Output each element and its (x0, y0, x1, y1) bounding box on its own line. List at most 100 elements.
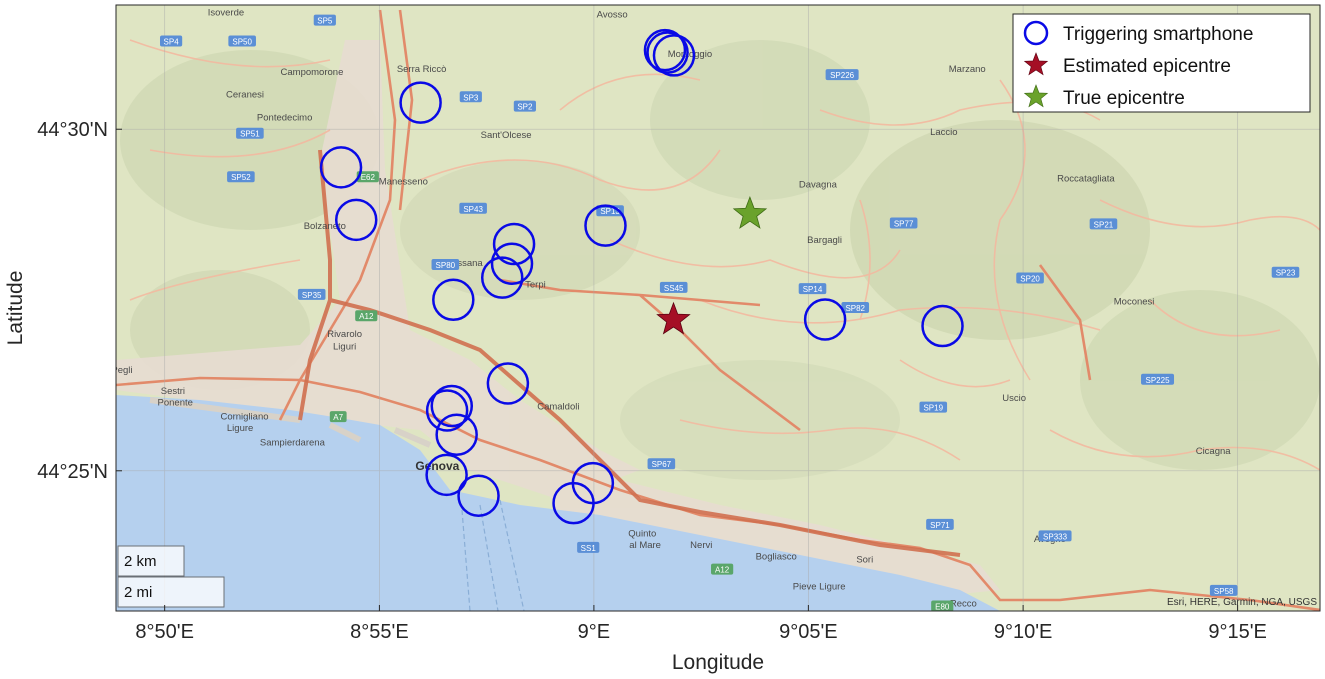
road-shield-label: SP58 (1214, 587, 1234, 596)
place-label: Camaldoli (537, 402, 579, 413)
place-label: Sant'Olcese (481, 130, 532, 141)
road-shield-label: SP23 (1276, 269, 1296, 278)
road-shield-label: SP2 (517, 103, 533, 112)
legend-smartphone-label: Triggering smartphone (1063, 24, 1253, 45)
place-label: Moconesi (1114, 297, 1155, 308)
road-shield: SP14 (798, 283, 827, 295)
place-label: Serra Riccò (397, 64, 447, 75)
road-shield-label: SP20 (1020, 274, 1040, 283)
road-shield-label: SP35 (302, 291, 322, 300)
road-shield-label: A12 (1018, 665, 1033, 674)
road-shield-label: A12 (715, 566, 730, 575)
road-shield: SP82 (841, 302, 870, 313)
road-shield: SP77 (889, 217, 918, 229)
road-shield: A7 (329, 411, 347, 423)
x-tick-label: 8°50'E (135, 621, 194, 643)
road-shield-label: SS1 (867, 639, 883, 648)
road-shield-label: SP71 (930, 521, 950, 530)
place-label: Liguri (333, 341, 356, 352)
x-tick-label: 9°15'E (1208, 621, 1267, 643)
city-label-genova: Genova (415, 459, 459, 473)
road-shield-label: SP80 (436, 261, 456, 270)
road-shield: SP333 (1038, 530, 1072, 542)
road-shield-label: A12 (359, 312, 374, 321)
road-shield: A12 (711, 563, 734, 575)
road-shield: A12 (1014, 663, 1036, 674)
road-shield: A12 (355, 310, 378, 322)
road-shield-label: SP77 (894, 220, 914, 229)
road-shield: SP19 (919, 401, 948, 413)
place-label: Ponente (158, 398, 193, 409)
road-shield: SP43 (459, 202, 487, 214)
place-label: Manesseno (379, 177, 428, 188)
road-shield-label: SP225 (1146, 376, 1171, 385)
road-shield: SP50 (228, 35, 256, 47)
road-shield-label: E80 (935, 602, 950, 611)
road-shield: SP2 (513, 100, 536, 112)
road-shield-label: SP19 (923, 404, 943, 413)
place-label: Rivarolo (327, 329, 362, 340)
road-shield: E80 (931, 600, 954, 611)
place-label: Isoverde (208, 7, 244, 18)
place-label: Ceranesi (226, 90, 264, 101)
place-label: al Mare (629, 540, 661, 551)
place-label: Davagna (799, 179, 838, 190)
road-shield-label: SP67 (652, 460, 672, 469)
place-label: Sampierdarena (260, 437, 326, 448)
road-shield: SP23 (1271, 266, 1300, 278)
road-shield: SP35 (297, 288, 326, 300)
place-label: Recco (950, 598, 977, 609)
road-shield: SP4 (160, 35, 183, 47)
place-label: Uscio (1002, 393, 1026, 404)
place-label: Ligure (227, 423, 253, 434)
scale-km-label: 2 km (124, 553, 157, 570)
road-shield: SP80 (431, 258, 460, 270)
road-shield: SP3 (459, 91, 482, 103)
road-shield-label: SP4 (164, 37, 180, 46)
place-label: Marzano (949, 64, 986, 75)
place-label: Nervi (690, 540, 712, 551)
road-shield: SP5 (313, 14, 336, 26)
road-shield: SS1 (863, 637, 885, 648)
road-shield-label: SP3 (463, 93, 479, 102)
road-shield-label: SP5 (317, 17, 333, 26)
road-shield: SP67 (647, 458, 676, 470)
legend-estimated-label: Estimated epicentre (1063, 56, 1231, 77)
road-shield: SP21 (1089, 218, 1118, 230)
place-label: Campomorone (281, 67, 344, 78)
road-shield-label: A7 (333, 413, 343, 422)
road-shield: SP71 (926, 518, 954, 530)
road-shield-label: SP52 (231, 173, 251, 182)
y-axis-label: Latitude (4, 271, 27, 346)
road-shield-label: SP333 (1043, 532, 1068, 541)
place-label: Sestri (161, 386, 185, 397)
place-label: Roccatagliata (1057, 174, 1115, 185)
road-shield-label: SP21 (1094, 220, 1114, 229)
road-shield-label: SP82 (845, 304, 865, 313)
x-tick-label: 9°E (578, 621, 610, 643)
place-label: Cornigliano (220, 412, 268, 423)
place-label: Laccio (930, 127, 957, 138)
place-label: Terpi (525, 279, 546, 290)
road-shield-label: SP51 (240, 130, 260, 139)
place-label: Pegli (111, 365, 132, 376)
map-attribution: Esri, HERE, Garmin, NGA, USGS (1167, 597, 1317, 608)
place-label: Bargagli (807, 235, 842, 246)
map-figure: Isoverde Avosso Montoggio Serra Riccò Campom… (4, 4, 1321, 674)
y-tick-labels: 44°25'N 44°30'N (37, 119, 122, 483)
road-shield: SP225 (1141, 373, 1175, 385)
x-tick-label: 9°05'E (779, 621, 838, 643)
y-tick-label: 44°30'N (37, 119, 108, 141)
scale-mi-label: 2 mi (124, 584, 152, 601)
road-shield-label: SP226 (830, 71, 855, 80)
road-shield: SP58 (1209, 584, 1238, 596)
road-shield: SS1 (577, 541, 600, 553)
road-shield-label: SP43 (463, 205, 483, 214)
road-shield-label: SP14 (803, 285, 823, 294)
place-label: Pontedecimo (257, 113, 312, 124)
x-axis-label: Longitude (672, 651, 764, 674)
road-shield: SS45 (659, 281, 688, 293)
place-label: Cicagna (1196, 446, 1232, 457)
place-label: Montoggio (668, 49, 712, 60)
road-shield: SP51 (236, 127, 264, 139)
